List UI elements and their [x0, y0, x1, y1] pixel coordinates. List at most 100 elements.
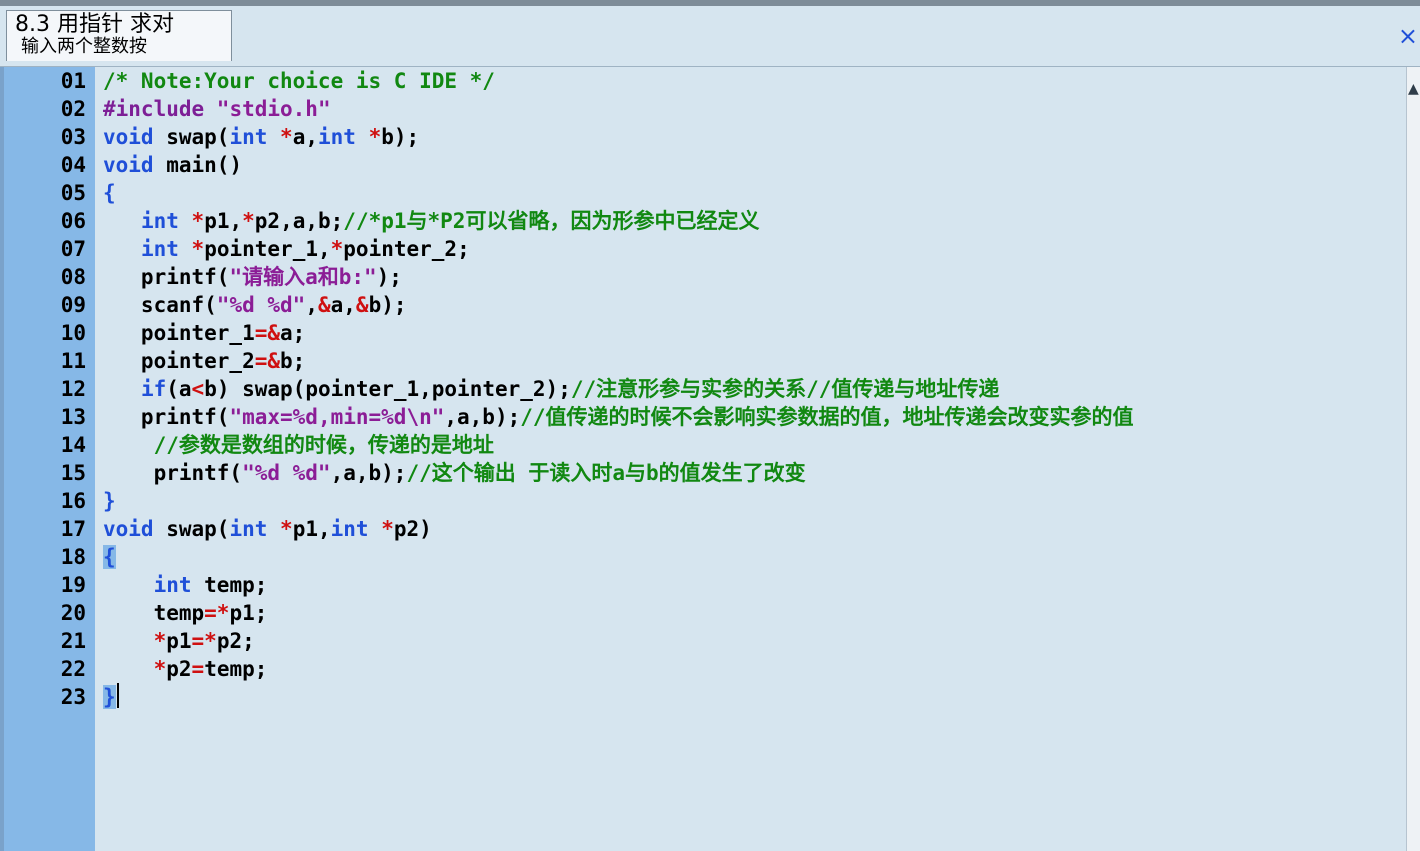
line-number: 15 [60, 461, 86, 485]
code-token: //这个输出 于读入时a与b的值发生了改变 [406, 461, 806, 485]
code-text[interactable]: int *p1,*p2,a,b;//*p1与*P2可以省略，因为形参中已经定义 [103, 207, 760, 235]
code-text[interactable]: if(a<b) swap(pointer_1,pointer_2);//注意形参… [103, 375, 999, 403]
code-text[interactable]: int *pointer_1,*pointer_2; [103, 235, 470, 263]
code-token: "stdio.h" [216, 97, 331, 121]
code-text[interactable]: printf("max=%d,min=%d\n",a,b);//值传递的时候不会… [103, 403, 1134, 431]
line-number: 22 [60, 657, 86, 681]
tab-title-line1: 8.3 用指针 求对 [15, 12, 174, 37]
line-number: 03 [60, 125, 86, 149]
code-token: printf( [103, 265, 230, 289]
code-token: scanf( [103, 293, 217, 317]
code-text[interactable]: //参数是数组的时候，传递的是地址 [103, 431, 494, 459]
code-line[interactable]: 05 { [0, 179, 1420, 207]
code-token: * [280, 125, 293, 149]
code-token: swap( [153, 517, 230, 541]
code-text[interactable]: *p1=*p2; [103, 627, 255, 655]
code-line[interactable]: 22 *p2=temp; [0, 655, 1420, 683]
code-token: a, [330, 293, 356, 317]
line-number: 19 [60, 573, 86, 597]
code-line[interactable]: 18 { [0, 543, 1420, 571]
code-text[interactable]: pointer_1=&a; [103, 319, 305, 347]
code-token: { [103, 181, 116, 205]
code-line[interactable]: 06 int *p1,*p2,a,b;//*p1与*P2可以省略，因为形参中已经… [0, 207, 1420, 235]
code-token: ); [376, 265, 402, 289]
line-number: 10 [60, 321, 86, 345]
code-line[interactable]: 13 printf("max=%d,min=%d\n",a,b);//值传递的时… [0, 403, 1420, 431]
code-token: temp; [191, 573, 268, 597]
code-line[interactable]: 08 printf("请输入a和b:"); [0, 263, 1420, 291]
line-number: 20 [60, 601, 86, 625]
close-icon[interactable]: × [1398, 22, 1418, 50]
code-token: < [191, 377, 205, 401]
code-token: (a [166, 377, 192, 401]
code-token: int [140, 237, 179, 261]
code-text[interactable]: *p2=temp; [103, 655, 268, 683]
code-token: * [153, 629, 167, 653]
code-line[interactable]: 20 temp=*p1; [0, 599, 1420, 627]
code-line[interactable]: 09 scanf("%d %d",&a,&b); [0, 291, 1420, 319]
code-text[interactable]: void swap(int *p1,int *p2) [103, 515, 432, 543]
code-token: p1 [166, 629, 192, 653]
code-token: pointer_1 [103, 321, 255, 345]
code-token: { [103, 545, 116, 569]
code-text[interactable]: { [103, 543, 116, 571]
code-text[interactable]: } [103, 683, 116, 711]
code-line[interactable]: 21 *p1=*p2; [0, 627, 1420, 655]
code-line[interactable]: 11 pointer_2=&b; [0, 347, 1420, 375]
code-token: //值传递的时候不会影响实参数据的值，地址传递会改变实参的值 [520, 405, 1134, 429]
code-line[interactable]: 10 pointer_1=&a; [0, 319, 1420, 347]
code-token: int [229, 517, 268, 541]
code-token: * [191, 209, 205, 233]
code-token: p2; [216, 629, 255, 653]
code-line[interactable]: 19 int temp; [0, 571, 1420, 599]
code-token: main() [153, 153, 243, 177]
code-token: } [103, 489, 116, 513]
code-token: int [229, 125, 268, 149]
code-line[interactable]: 03 void swap(int *a,int *b); [0, 123, 1420, 151]
code-text[interactable]: { [103, 179, 116, 207]
file-tab[interactable]: 8.3 用指针 求对 输入两个整数按 [6, 10, 232, 61]
code-line[interactable]: 12 if(a<b) swap(pointer_1,pointer_2);//注… [0, 375, 1420, 403]
code-line[interactable]: 16} [0, 487, 1420, 515]
code-token: pointer_1, [204, 237, 331, 261]
line-number: 17 [60, 517, 86, 541]
code-line[interactable]: 01 /* Note:Your choice is C IDE */ [0, 67, 1420, 95]
line-number: 18 [60, 545, 86, 569]
code-text[interactable]: /* Note:Your choice is C IDE */ [103, 67, 495, 95]
code-line[interactable]: 15 printf("%d %d",a,b);//这个输出 于读入时a与b的值发… [0, 459, 1420, 487]
code-text[interactable]: void swap(int *a,int *b); [103, 123, 419, 151]
code-token: p2) [393, 517, 432, 541]
code-line[interactable]: 02 #include "stdio.h" [0, 95, 1420, 123]
code-token: printf( [103, 461, 243, 485]
code-text[interactable]: printf("请输入a和b:"); [103, 263, 402, 291]
code-text[interactable]: temp=*p1; [103, 599, 268, 627]
code-line[interactable]: 17 void swap(int *p1,int *p2) [0, 515, 1420, 543]
line-number: 02 [60, 97, 86, 121]
code-token: void [103, 517, 154, 541]
line-number: 01 [60, 69, 86, 93]
line-number: 12 [60, 377, 86, 401]
code-line[interactable]: 04 void main() [0, 151, 1420, 179]
code-text[interactable]: void main() [103, 151, 242, 179]
code-token: temp; [204, 657, 268, 681]
code-token: if [140, 377, 167, 401]
code-text[interactable]: int temp; [103, 571, 268, 599]
code-token: a, [292, 125, 318, 149]
code-line[interactable]: 14 //参数是数组的时候，传递的是地址 [0, 431, 1420, 459]
code-text[interactable]: pointer_2=&b; [103, 347, 305, 375]
code-text[interactable]: scanf("%d %d",&a,&b); [103, 291, 407, 319]
code-line[interactable]: 07 int *pointer_1,*pointer_2; [0, 235, 1420, 263]
code-token: , [305, 293, 318, 317]
code-token: =* [191, 629, 217, 653]
code-text[interactable]: #include "stdio.h" [103, 95, 331, 123]
line-number: 11 [60, 349, 86, 373]
code-text[interactable]: } [103, 487, 116, 515]
code-line[interactable]: 23} [0, 683, 1420, 711]
code-text[interactable]: printf("%d %d",a,b);//这个输出 于读入时a与b的值发生了改… [103, 459, 806, 487]
